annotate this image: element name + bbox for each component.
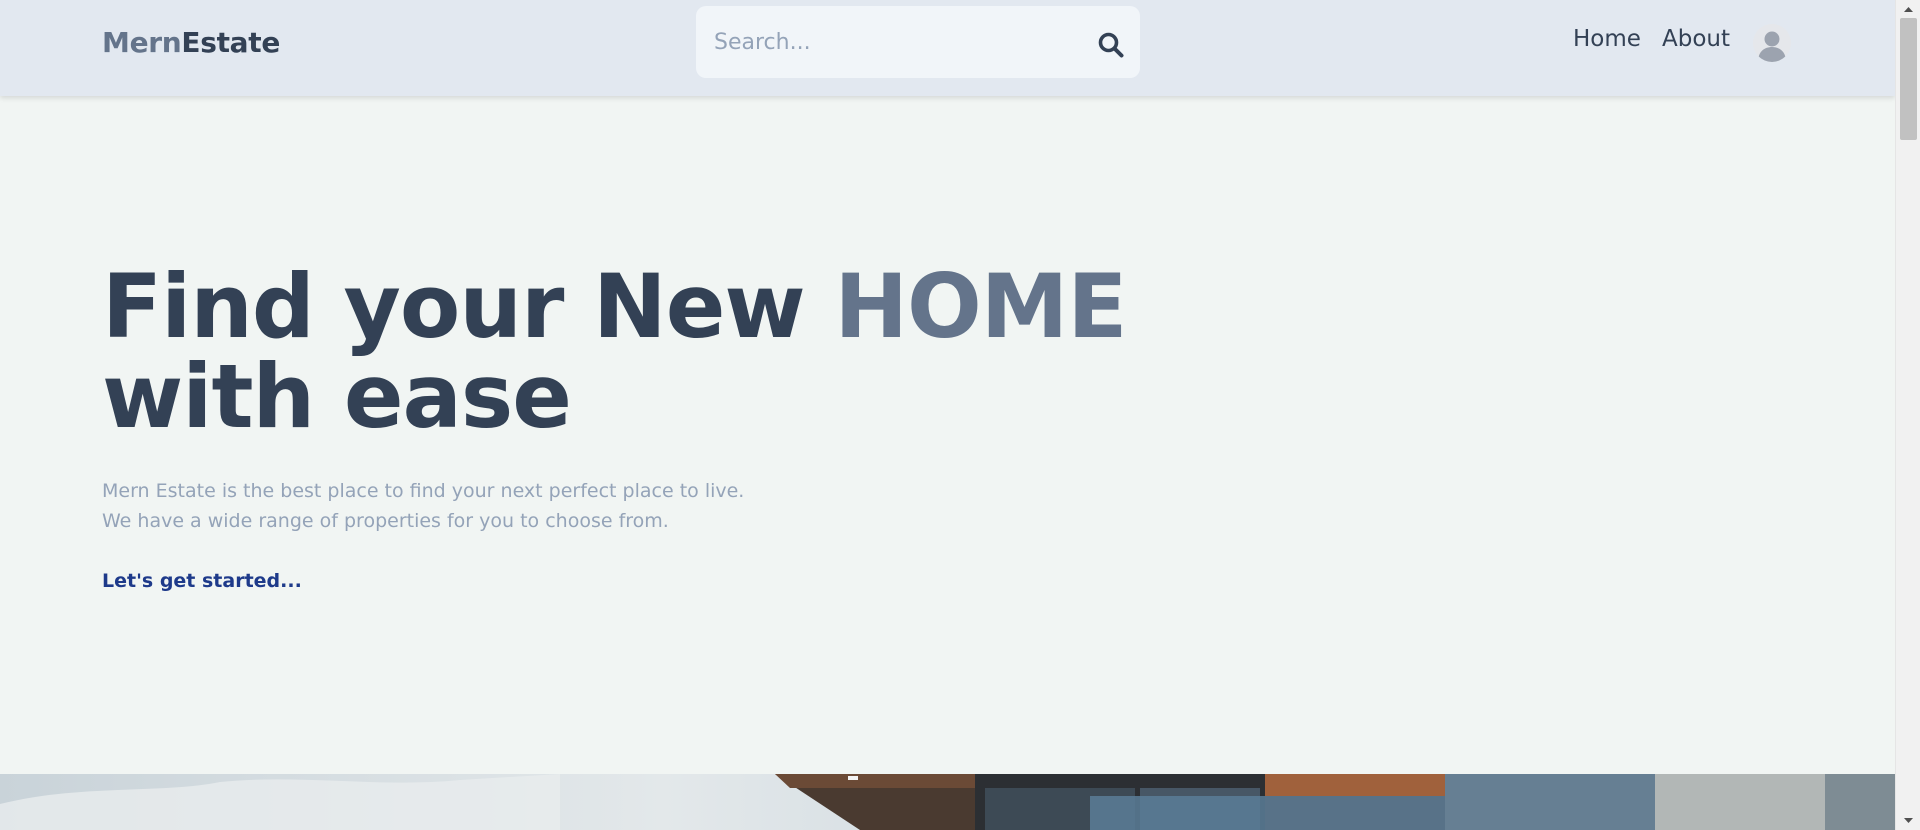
search-input[interactable] xyxy=(714,6,1074,78)
hero-title-accent: HOME xyxy=(834,255,1127,358)
caret-up-icon xyxy=(1904,7,1913,12)
nav-about-link[interactable]: About xyxy=(1662,26,1730,52)
logo-part-mern: Mern xyxy=(102,26,182,59)
scroll-up-arrow[interactable] xyxy=(1896,0,1920,20)
hero-title-part2: with ease xyxy=(102,345,572,448)
hero-description: Mern Estate is the best place to find yo… xyxy=(102,476,1202,536)
nav-home-link[interactable]: Home xyxy=(1573,26,1641,52)
hero-house-image xyxy=(0,774,1895,830)
get-started-link[interactable]: Let's get started... xyxy=(102,570,302,592)
scrollbar-thumb[interactable] xyxy=(1900,18,1917,140)
user-avatar-icon xyxy=(1753,24,1791,62)
hero-desc-line1: Mern Estate is the best place to find yo… xyxy=(102,480,745,502)
house-photo-illustration xyxy=(0,774,1895,830)
top-navbar: MernEstate Home About xyxy=(0,0,1895,96)
hero-desc-line2: We have a wide range of properties for y… xyxy=(102,510,669,532)
hero-title-part1: Find your New xyxy=(102,255,835,358)
hero-title: Find your New HOME with ease xyxy=(102,262,1202,442)
search-form xyxy=(696,6,1140,78)
caret-down-icon xyxy=(1904,818,1913,823)
vertical-scrollbar[interactable] xyxy=(1895,0,1920,830)
scroll-down-arrow[interactable] xyxy=(1896,810,1920,830)
site-logo[interactable]: MernEstate xyxy=(102,26,280,59)
page: MernEstate Home About Find your New HOME xyxy=(0,0,1895,830)
search-button[interactable] xyxy=(1096,30,1126,60)
search-icon xyxy=(1098,32,1124,58)
logo-part-estate: Estate xyxy=(181,26,281,59)
profile-avatar[interactable] xyxy=(1753,24,1791,62)
hero-section: Find your New HOME with ease Mern Estate… xyxy=(102,262,1202,593)
